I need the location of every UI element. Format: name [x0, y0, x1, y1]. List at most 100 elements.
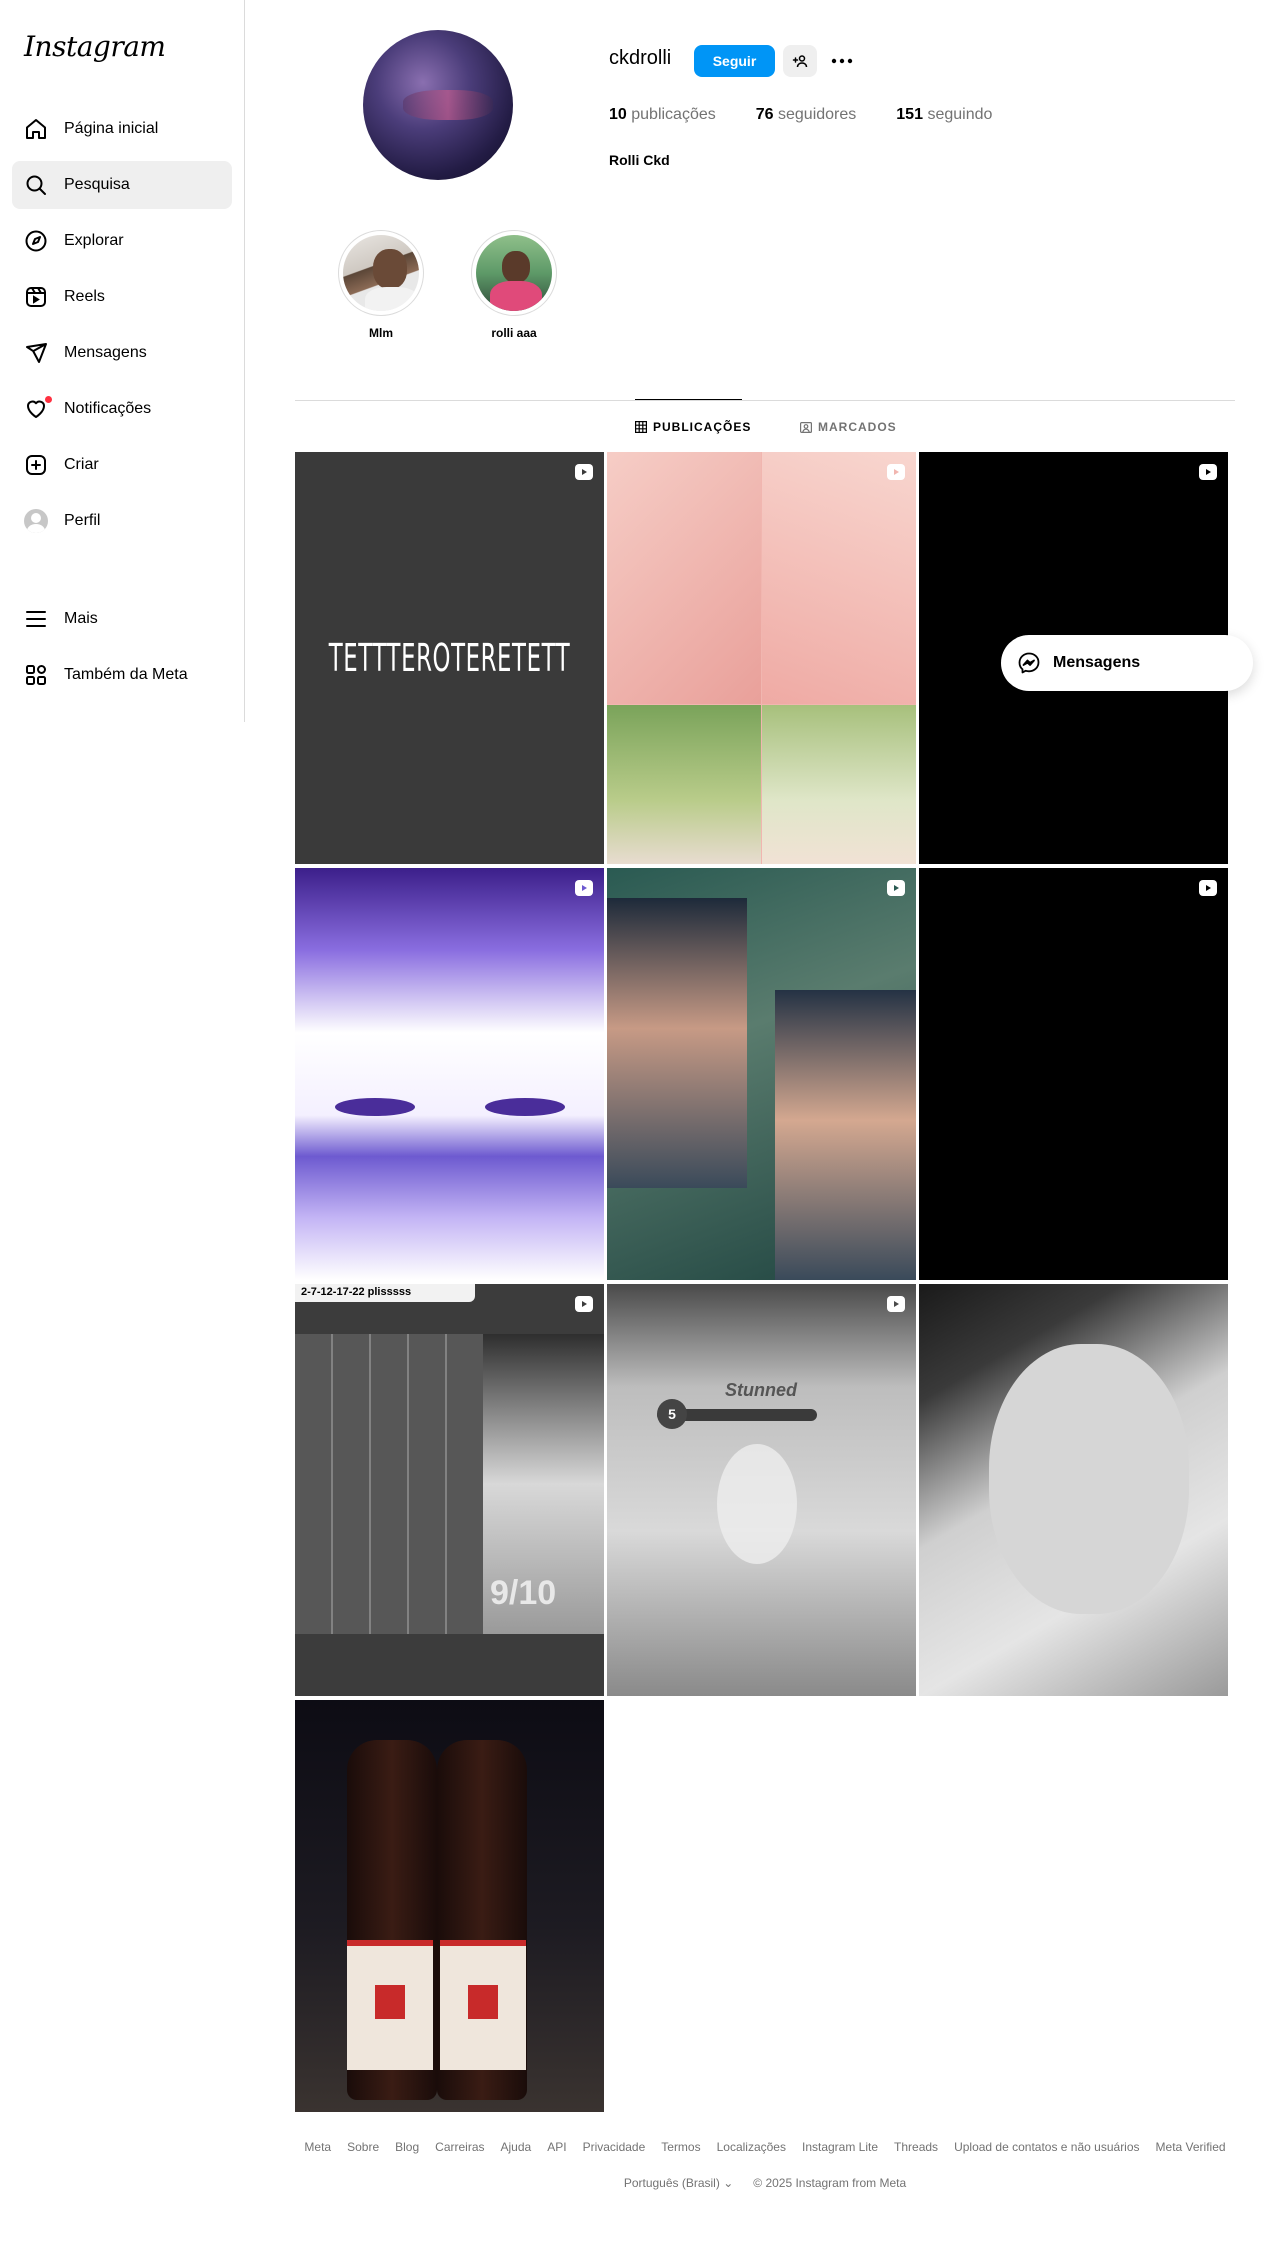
messages-floating-button[interactable]: Mensagens	[1001, 635, 1253, 691]
tab-label: MARCADOS	[818, 420, 897, 434]
post-image	[989, 1344, 1189, 1614]
reel-icon	[887, 880, 905, 896]
messages-pill-label: Mensagens	[1053, 654, 1141, 671]
post-tile[interactable]: 2-7-12-17-22 plisssss 9/10	[295, 1284, 604, 1696]
footer-link[interactable]: Upload de contatos e não usuários	[954, 2140, 1139, 2154]
compass-icon	[25, 230, 47, 252]
sidebar-item-reels[interactable]: Reels	[12, 273, 232, 321]
reel-icon	[887, 1296, 905, 1312]
search-icon	[26, 175, 46, 195]
sidebar-item-label: Reels	[64, 288, 105, 305]
post-image	[762, 452, 916, 704]
send-icon	[26, 343, 47, 363]
profile-username: ckdrolli	[609, 47, 672, 69]
footer-link[interactable]: API	[547, 2140, 566, 2154]
sidebar-item-home[interactable]: Página inicial	[12, 105, 232, 153]
reel-icon	[1199, 464, 1217, 480]
story-highlight[interactable]: rolli aaa	[469, 230, 559, 340]
post-image	[468, 1985, 498, 2019]
sidebar-item-explore[interactable]: Explorar	[12, 217, 232, 265]
tab-posts[interactable]: PUBLICAÇÕES	[635, 420, 751, 434]
post-caption-text: TETTTEROTERETETT	[328, 636, 571, 680]
tab-active-indicator	[635, 399, 742, 400]
post-image	[375, 1985, 405, 2019]
footer-link[interactable]: Meta Verified	[1156, 2140, 1226, 2154]
post-tile[interactable]	[607, 868, 916, 1280]
post-caption-text: 2-7-12-17-22 plisssss	[301, 1286, 412, 1298]
language-selector[interactable]: Português (Brasil) ⌄	[624, 2176, 733, 2190]
post-tile[interactable]	[295, 868, 604, 1280]
more-options-button[interactable]	[826, 45, 858, 77]
highlight-ring	[471, 230, 557, 316]
footer-links: Meta Sobre Blog Carreiras Ajuda API Priv…	[295, 2140, 1235, 2154]
suggested-accounts-button[interactable]	[783, 45, 817, 77]
sidebar-item-label: Perfil	[64, 512, 101, 529]
post-hud-badge: 5	[657, 1399, 687, 1429]
sidebar-item-label: Notificações	[64, 400, 152, 417]
footer-link[interactable]: Privacidade	[583, 2140, 646, 2154]
sidebar-item-label: Criar	[64, 456, 99, 473]
post-image	[607, 705, 761, 864]
menu-icon	[26, 611, 46, 627]
sidebar-item-label: Pesquisa	[64, 176, 130, 193]
post-image	[762, 705, 916, 864]
footer-link[interactable]: Sobre	[347, 2140, 379, 2154]
post-image	[295, 1334, 483, 1634]
sidebar-item-notifications[interactable]: Notificações	[12, 385, 232, 433]
post-caption-banner: 2-7-12-17-22 plisssss	[295, 1284, 475, 1302]
highlight-cover	[343, 235, 419, 311]
instagram-logo[interactable]: Instagram	[24, 30, 166, 63]
sidebar-item-messages[interactable]: Mensagens	[12, 329, 232, 377]
footer-link[interactable]: Localizações	[717, 2140, 786, 2154]
post-tile[interactable]: 5 Stunned	[607, 1284, 916, 1696]
story-highlight[interactable]: Mlm	[336, 230, 426, 340]
footer-link[interactable]: Threads	[894, 2140, 938, 2154]
profile-picture[interactable]	[363, 30, 513, 180]
tab-tagged[interactable]: MARCADOS	[800, 420, 897, 434]
grid-icon	[635, 421, 647, 433]
reels-icon	[26, 287, 46, 307]
sidebar-item-label: Página inicial	[64, 120, 159, 137]
footer-link[interactable]: Carreiras	[435, 2140, 484, 2154]
grid-icon	[26, 665, 46, 685]
post-tile[interactable]	[919, 868, 1228, 1280]
sidebar-item-also-from-meta[interactable]: Também da Meta	[12, 651, 232, 699]
post-image	[717, 1444, 797, 1564]
footer-link[interactable]: Meta	[304, 2140, 331, 2154]
post-image	[335, 1098, 415, 1116]
tab-label: PUBLICAÇÕES	[653, 420, 752, 434]
reel-icon	[887, 464, 905, 480]
post-tile[interactable]	[295, 1700, 604, 2112]
highlight-ring	[338, 230, 424, 316]
follow-button[interactable]: Seguir	[694, 45, 775, 77]
reel-icon	[1199, 880, 1217, 896]
footer-bottom: Português (Brasil) ⌄ © 2025 Instagram fr…	[295, 2176, 1235, 2190]
sidebar-item-search[interactable]: Pesquisa	[12, 161, 232, 209]
footer-link[interactable]: Blog	[395, 2140, 419, 2154]
sidebar-item-create[interactable]: Criar	[12, 441, 232, 489]
post-image	[485, 1098, 565, 1116]
followers-stat[interactable]: 76 seguidores	[756, 106, 857, 124]
following-stat[interactable]: 151 seguindo	[896, 106, 992, 124]
post-tile[interactable]	[607, 452, 916, 864]
chevron-down-icon: ⌄	[723, 2176, 734, 2190]
plus-square-icon	[26, 455, 46, 475]
post-tile[interactable]: TETTTEROTERETETT	[295, 452, 604, 864]
footer-link[interactable]: Termos	[661, 2140, 700, 2154]
post-tile[interactable]	[919, 1284, 1228, 1696]
sidebar-item-profile[interactable]: Perfil	[12, 497, 232, 545]
sidebar-item-label: Explorar	[64, 232, 124, 249]
notification-badge	[44, 395, 53, 404]
post-overlay-text: 9/10	[490, 1574, 557, 1612]
tabs-divider	[295, 400, 1235, 401]
footer-link[interactable]: Instagram Lite	[802, 2140, 878, 2154]
sidebar-item-more[interactable]: Mais	[12, 595, 232, 643]
posts-stat: 10 publicações	[609, 106, 716, 123]
sidebar: Instagram Página inicial Pesquisa Explor…	[0, 0, 245, 722]
copyright: © 2025 Instagram from Meta	[753, 2176, 907, 2190]
sidebar-item-label: Mensagens	[64, 344, 147, 361]
sidebar-item-label: Mais	[64, 610, 98, 627]
sidebar-more: Mais Também da Meta	[12, 595, 232, 707]
profile-stats: 10 publicações 76 seguidores 151 seguind…	[609, 106, 992, 124]
footer-link[interactable]: Ajuda	[501, 2140, 532, 2154]
